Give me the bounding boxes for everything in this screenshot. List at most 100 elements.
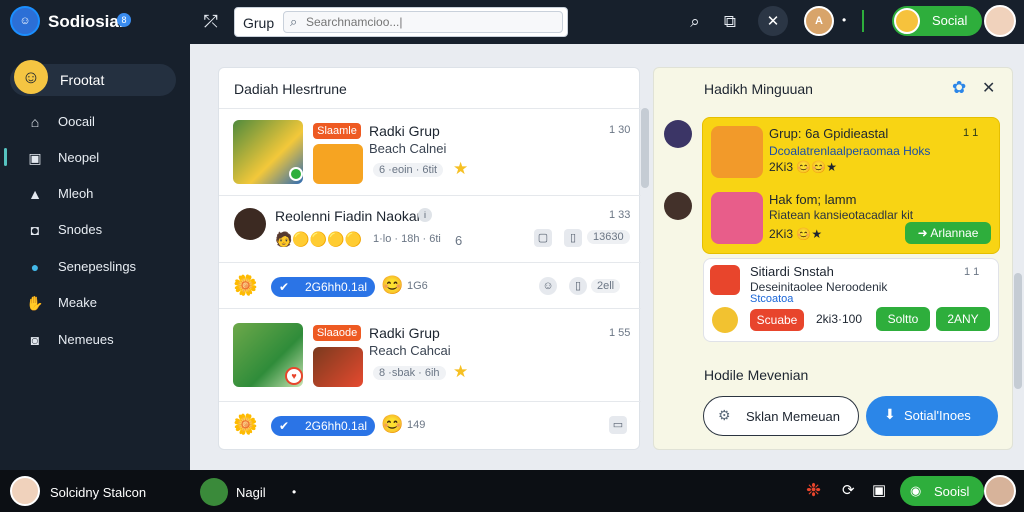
share-icon[interactable]: ⤱ — [198, 9, 224, 35]
emoji-row-icon: 😊★ — [796, 227, 823, 241]
event-icon — [710, 265, 740, 295]
event-card[interactable]: Sitiardi Snstah 1 1 Deseinitaolee Nerood… — [703, 258, 999, 342]
apps-icon[interactable]: ❉ — [806, 480, 821, 501]
section-label: Hodile Mevenian — [704, 367, 809, 383]
post-image-collage[interactable] — [313, 347, 363, 387]
sidebar-item-snodes[interactable]: ◘ Snodes — [22, 218, 182, 242]
sidebar-item-meake[interactable]: ✋ Meake — [22, 291, 182, 315]
item-title[interactable]: Hak fom; lamm — [769, 192, 856, 207]
refresh-icon[interactable]: ⟳ — [842, 481, 855, 499]
item-row: 2Ki3 😊★ — [769, 227, 822, 241]
photo-icon[interactable]: ▢ — [534, 229, 552, 247]
green-button-1[interactable]: Soltto — [876, 307, 930, 331]
group-card[interactable]: Grup: 6a Gpidieastal 1 1 Dcoalatrenlaalp… — [702, 117, 1000, 254]
emoji-react-icon[interactable]: ☺ — [539, 277, 557, 295]
hands-icon: ✋ — [26, 295, 44, 311]
post-meta: 8 ·sbak · 6ih — [373, 366, 446, 380]
friend-name[interactable]: Nagil — [236, 485, 266, 500]
chat-avatar[interactable] — [664, 120, 692, 148]
search-people-icon[interactable]: ⌕ — [682, 9, 708, 35]
user-avatar[interactable] — [10, 476, 40, 506]
author-avatar[interactable] — [234, 208, 266, 240]
bookmark-icon[interactable]: ⧉ — [717, 9, 743, 35]
event-link[interactable]: Stcoatoa — [750, 293, 793, 305]
search-input[interactable] — [306, 14, 556, 30]
group-pill[interactable]: ✔ 2G6hh0.1al — [271, 416, 375, 436]
triangle-icon: ▲ — [28, 186, 42, 202]
star-icon[interactable]: ★ — [453, 159, 468, 179]
green-button-2[interactable]: 2ANY — [936, 307, 990, 331]
search-bar[interactable]: Grup ⌕ — [234, 7, 568, 37]
social-pill-button[interactable]: Social — [892, 6, 982, 36]
settings-icon[interactable]: ✿ — [952, 78, 966, 98]
group-card-title[interactable]: Grup: 6a Gpidieastal — [769, 126, 888, 141]
post-card[interactable]: Reolenni Fiadin Naokar i 🧑🟡🟡🟡🟡 1·lo · 18… — [219, 196, 641, 262]
profile-avatar[interactable] — [984, 5, 1016, 37]
post-image-emoji[interactable] — [313, 144, 363, 184]
pill-label: Social — [932, 13, 968, 28]
search-field[interactable]: ⌕ — [283, 11, 563, 33]
event-amount: 2ki3·100 — [816, 312, 863, 326]
group-count: 1G6 — [407, 280, 428, 292]
divider — [862, 10, 864, 32]
user-avatar[interactable]: A — [804, 6, 834, 36]
star-icon[interactable]: ★ — [453, 362, 468, 382]
action-button[interactable]: ➜ Arlannae — [905, 222, 991, 244]
event-text: Deseinitaolee Neroodenik — [750, 280, 888, 294]
menu-dot[interactable]: • — [842, 13, 846, 27]
friend-avatar[interactable] — [200, 478, 228, 506]
check-icon: ✔ — [279, 280, 290, 294]
feed-scrollbar[interactable] — [641, 108, 649, 188]
right-scrollbar[interactable] — [1014, 273, 1022, 389]
top-bar: ☺ Sodiosial 8 ⤱ Grup ⌕ ⌕ ⧉ ✕ A • Social — [0, 0, 1024, 44]
app-logo-avatar[interactable]: ☺ — [10, 6, 40, 36]
sidebar-item-senepeslings[interactable]: ● Senepeslings — [22, 255, 182, 279]
chat-avatar[interactable] — [664, 192, 692, 220]
post-title[interactable]: Radki Grup — [369, 325, 440, 341]
emoji-row-icon: 😊😊★ — [796, 160, 838, 174]
social-pill-button[interactable]: ◉ Sooisl — [900, 476, 984, 506]
post-title[interactable]: Reolenni Fiadin Naokar — [275, 208, 421, 224]
post-time: 1 30 — [609, 124, 631, 136]
pill-avatar — [894, 8, 920, 34]
post-title[interactable]: Radki Grup — [369, 123, 440, 139]
primary-button-label: Sotial'Inoes — [904, 408, 971, 423]
check-icon: ✔ — [279, 419, 290, 433]
globe-icon: ● — [30, 259, 40, 275]
window-icon[interactable]: ▣ — [872, 481, 886, 499]
sidebar-item-mleoh[interactable]: ▲ Mleoh — [22, 182, 182, 206]
bottom-dot: • — [292, 485, 297, 499]
group-pill[interactable]: ✔ 2G6hh0.1al — [271, 277, 375, 297]
sidebar-item-neopel[interactable]: ▣ Neopel — [22, 146, 182, 170]
sidebar-item-oocail[interactable]: ⌂ Oocail — [22, 110, 182, 134]
group-row[interactable]: 🌼 ✔ 2G6hh0.1al 😊 1G6 ☺ ▯ 2ell — [219, 263, 641, 308]
primary-button[interactable]: ⬇ Sotial'Inoes — [866, 396, 998, 436]
download-icon: ⬇ — [884, 406, 896, 422]
post-meta: 6 ·eoin · 6tit — [373, 163, 444, 177]
post-card[interactable]: Slaamle Radki Grup Beach Calnei 6 ·eoin … — [219, 109, 641, 195]
red-button[interactable]: Scuabe — [750, 309, 804, 331]
close-icon[interactable]: ✕ — [982, 78, 995, 98]
user-name[interactable]: Solcidny Stalcon — [50, 485, 146, 500]
search-scope-label[interactable]: Grup — [243, 15, 274, 31]
sidebar-item-nemeues[interactable]: ◙ Nemeues — [22, 328, 182, 352]
sidebar-item-label: Oocail — [58, 114, 95, 129]
outline-button[interactable]: ⚙ Sklan Memeuan — [703, 396, 859, 436]
doc-icon[interactable]: ▯ — [569, 277, 587, 295]
smile-icon: 😊 — [381, 414, 404, 434]
info-badge: i — [418, 208, 432, 222]
doc-icon[interactable]: ▯ — [564, 229, 582, 247]
group-row[interactable]: 🌼 ✔ 2G6hh0.1al 😊 149 ▭ — [219, 402, 641, 447]
attendee-avatar[interactable] — [712, 307, 738, 333]
row-count: 2Ki3 — [769, 160, 794, 174]
arrow-icon: ➜ — [917, 226, 928, 240]
profile-avatar[interactable] — [984, 475, 1016, 507]
post-card[interactable]: ♥ Slaaode Radki Grup Reach Cahcai 8 ·sba… — [219, 309, 641, 401]
tools-button[interactable]: ✕ — [758, 6, 788, 36]
comment-icon[interactable]: ▭ — [609, 416, 627, 434]
sidebar-profile[interactable]: ☺ Frootat — [10, 60, 176, 96]
event-title[interactable]: Sitiardi Snstah — [750, 264, 834, 279]
group-card-time: 1 1 — [963, 127, 979, 139]
post-subtitle: Beach Calnei — [369, 141, 447, 156]
home-icon: ⌂ — [30, 114, 40, 130]
